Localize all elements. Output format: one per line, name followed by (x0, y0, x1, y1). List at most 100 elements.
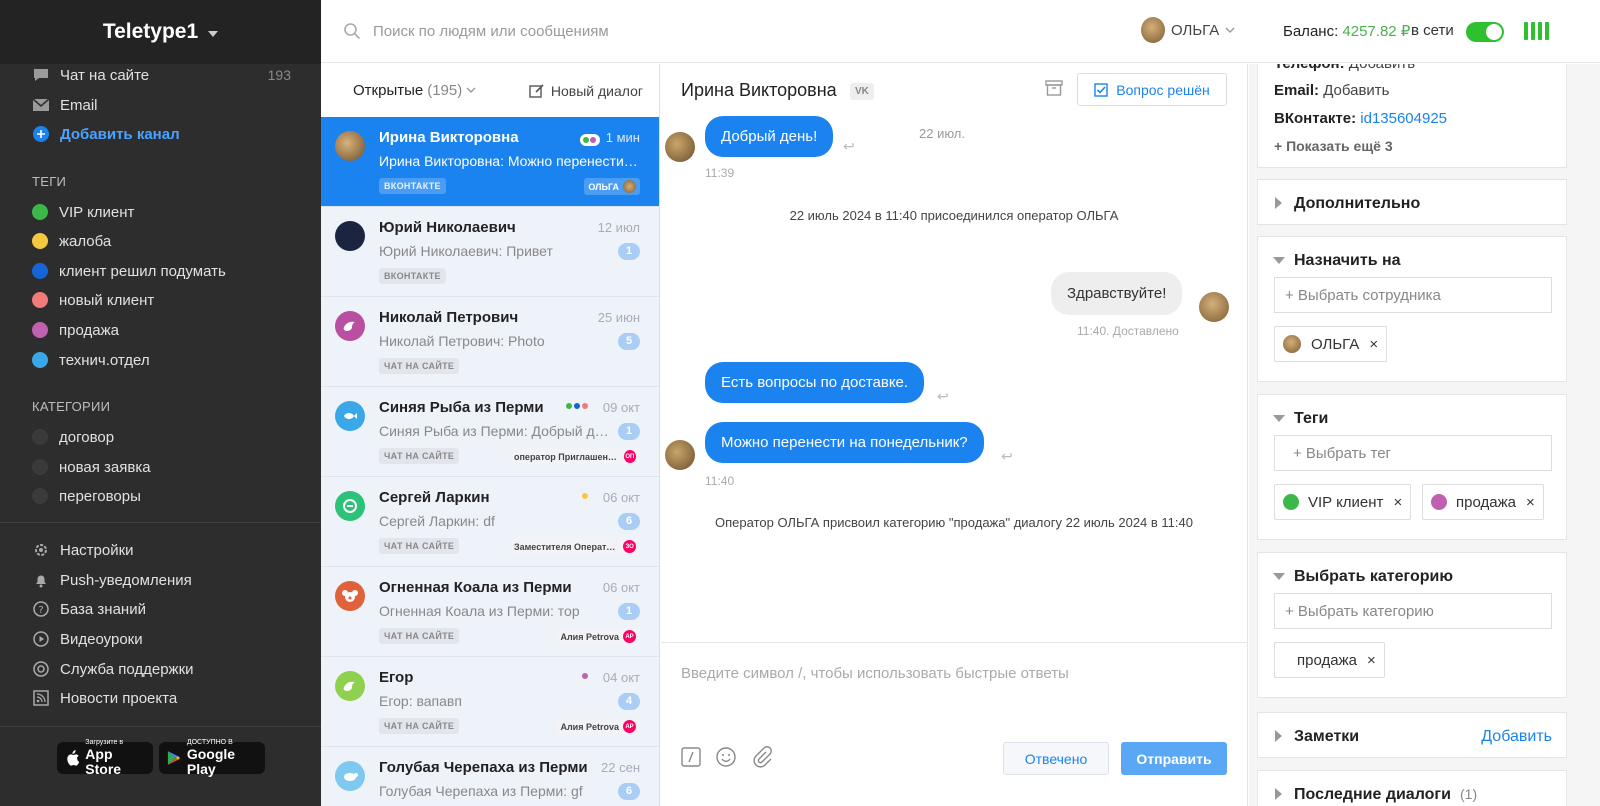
tag-chip: VIP клиент × (1274, 484, 1412, 520)
channel-email[interactable]: Email (32, 93, 291, 117)
extra-section[interactable]: Дополнительно (1257, 179, 1567, 225)
dialog-item[interactable]: Сергей Ларкин 06 окт Сергей Ларкин: df 6… (321, 477, 659, 567)
filter-label: Открытые (353, 82, 424, 99)
remove-icon[interactable]: × (1367, 652, 1376, 669)
chevron-down-icon (1225, 27, 1235, 33)
sidebar-item-support[interactable]: Служба поддержки (32, 657, 291, 681)
sidebar-tag-new-client[interactable]: новый клиент (32, 288, 291, 312)
channel-site-chat[interactable]: Чат на сайте 193 (32, 63, 291, 87)
slash-command-icon[interactable] (681, 747, 701, 772)
notes-section[interactable]: Заметки Добавить (1257, 712, 1567, 758)
operator-badge-name: Алия Petrova (560, 631, 619, 642)
channel-badge: ЧАТ НА САЙТЕ (379, 538, 460, 554)
last-dialogs-section[interactable]: Последние диалоги (1) (1257, 770, 1567, 806)
category-label: переговоры (59, 487, 141, 505)
sidebar-category-negotiations[interactable]: переговоры (32, 484, 291, 508)
dialog-item[interactable]: Ирина Викторовна 1 мин Ирина Викторовна:… (321, 117, 659, 207)
sidebar-tag-sale[interactable]: продажа (32, 318, 291, 342)
remove-icon[interactable]: × (1369, 336, 1378, 353)
avatar (335, 401, 365, 431)
dialog-item[interactable]: Огненная Коала из Перми 06 окт Огненная … (321, 567, 659, 657)
send-button[interactable]: Отправить (1121, 742, 1227, 775)
resolve-button[interactable]: Вопрос решён (1077, 73, 1227, 106)
category-label: новая заявка (59, 458, 151, 476)
answered-button[interactable]: Отвечено (1003, 742, 1109, 775)
dialog-name: Егор (379, 669, 414, 686)
reply-icon[interactable]: ↩ (1001, 448, 1013, 465)
add-channel-link[interactable]: Добавить канал (32, 122, 291, 146)
category-select-input[interactable]: + Выбрать категорию (1274, 593, 1552, 629)
tag-label: жалоба (59, 232, 112, 250)
collapse-icon[interactable] (1273, 415, 1285, 422)
sidebar-tag-tech[interactable]: технич.отдел (32, 348, 291, 372)
sidebar-item-video[interactable]: Видеоуроки (32, 627, 291, 651)
dialog-name: Юрий Николаевич (379, 219, 516, 236)
reply-icon[interactable]: ↩ (843, 138, 855, 155)
google-play-button[interactable]: ДОСТУПНО В Google Play (159, 739, 265, 777)
dialog-item[interactable]: Егор 04 окт Егор: вапавп 4 ЧАТ НА САЙТЕ … (321, 657, 659, 747)
operator-badge: оператор Приглашенный ОП (510, 448, 640, 465)
phone-add-link[interactable]: Добавить (1349, 64, 1415, 72)
message-input[interactable]: Введите символ /, чтобы использовать быс… (681, 665, 1201, 682)
search-input[interactable] (373, 18, 873, 44)
add-note-link[interactable]: Добавить (1481, 728, 1552, 746)
sidebar-category-new-request[interactable]: новая заявка (32, 455, 291, 479)
sidebar-item-label: Новости проекта (60, 689, 178, 707)
operator-initials: ЗО (623, 540, 636, 553)
dialog-item[interactable]: Голубая Черепаха из Перми 22 сен Голубая… (321, 747, 659, 806)
contact-panel: Телефон: Добавить Email: Добавить ВКонта… (1249, 64, 1600, 806)
remove-icon[interactable]: × (1393, 494, 1402, 511)
dialog-preview: Огненная Коала из Перми: тор (379, 603, 580, 619)
dialog-preview: Голубая Черепаха из Перми: gf (379, 783, 583, 799)
sidebar-item-knowledge[interactable]: ? База знаний (32, 597, 291, 621)
dialog-item[interactable]: Юрий Николаевич 12 июл Юрий Николаевич: … (321, 207, 659, 297)
bell-icon (32, 571, 50, 589)
tag-select-input[interactable]: + Выбрать тег (1274, 435, 1552, 471)
collapse-icon[interactable] (1273, 573, 1285, 580)
operator-badge: Заместителя Оператора ЗО (510, 538, 640, 555)
incoming-message: Есть вопросы по доставке. (705, 362, 925, 403)
system-message: Оператор ОЛЬГА присвоил категорию "прода… (715, 515, 1193, 530)
chat-bubble-icon (32, 66, 50, 84)
archive-icon[interactable] (1045, 80, 1063, 101)
channel-badge: ЧАТ НА САЙТЕ (379, 628, 460, 644)
online-toggle[interactable] (1466, 22, 1504, 42)
emoji-icon[interactable] (715, 746, 737, 773)
dialog-item[interactable]: Синяя Рыба из Перми 09 окт Синяя Рыба из… (321, 387, 659, 477)
dialog-preview: Синяя Рыба из Перми: Добрый день (379, 423, 609, 439)
sidebar-tag-complaint[interactable]: жалоба (32, 229, 291, 253)
sidebar-tag-thinking[interactable]: клиент решил подумать (32, 259, 291, 283)
dialog-preview: Ирина Викторовна: Можно перенести на пон… (379, 153, 639, 169)
chip-label: продажа (1456, 493, 1516, 511)
reply-icon[interactable]: ↩ (937, 388, 949, 405)
sidebar-item-push[interactable]: Push-уведомления (32, 568, 291, 592)
svg-text:?: ? (38, 605, 43, 616)
collapse-icon[interactable] (1273, 257, 1285, 264)
operator-switcher[interactable]: ОЛЬГА (1141, 17, 1235, 43)
app-store-button[interactable]: Загрузите в App Store (57, 739, 153, 777)
category-chip: продажа × (1274, 642, 1385, 678)
assign-employee-input[interactable]: + Выбрать сотрудника (1274, 277, 1552, 313)
chat-contact-name: Ирина Викторовна (681, 80, 837, 100)
remove-icon[interactable]: × (1526, 494, 1535, 511)
koala-icon (342, 590, 358, 602)
dialog-item[interactable]: Николай Петрович 25 июн Николай Петрович… (321, 297, 659, 387)
operator-badge-name: оператор Приглашенный (514, 451, 620, 462)
sidebar-item-settings[interactable]: Настройки (32, 538, 291, 562)
vk-id-link[interactable]: id135604925 (1360, 110, 1447, 127)
sidebar-item-news[interactable]: Новости проекта (32, 686, 291, 710)
tag-dots (582, 493, 588, 499)
divider (0, 726, 321, 727)
chevron-down-icon (466, 87, 476, 93)
dialog-list: Открытые (195) Новый диалог Ирина Виктор… (321, 64, 660, 806)
sidebar-tag-vip[interactable]: VIP клиент (32, 200, 291, 224)
sidebar-category-contract[interactable]: договор (32, 425, 291, 449)
workspace-switcher[interactable]: Teletype1 (0, 0, 321, 64)
attach-icon[interactable] (751, 746, 773, 773)
new-dialog-button[interactable]: Новый диалог (529, 83, 643, 99)
filter-dropdown[interactable]: Открытые (195) (353, 82, 476, 99)
channel-label: Добавить канал (60, 125, 180, 143)
list-header: Открытые (195) Новый диалог (321, 64, 659, 117)
email-add-link[interactable]: Добавить (1323, 82, 1389, 99)
show-more-link[interactable]: + Показать ещё 3 (1274, 138, 1393, 154)
